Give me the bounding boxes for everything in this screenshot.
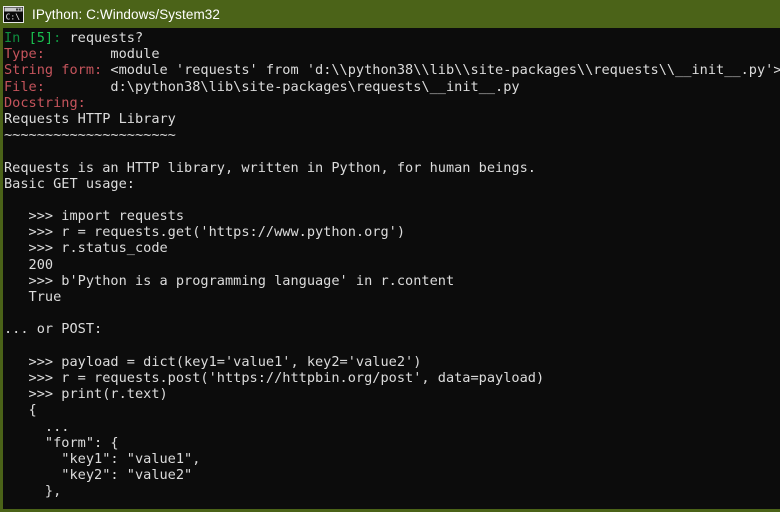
info-pad	[45, 79, 110, 95]
prompt-number: [5]	[28, 30, 54, 46]
info-label: Type:	[4, 46, 45, 63]
input-prompt-line: In [5]: requests?	[4, 30, 780, 46]
code-line: >>> r = requests.post('https://httpbin.o…	[4, 369, 545, 386]
terminal-output[interactable]: In [5]: requests? Type: module String fo…	[3, 28, 780, 509]
info-label: String form:	[4, 62, 103, 79]
code-line: >>> b'Python is a programming language' …	[4, 272, 455, 289]
info-value: <module 'requests' from 'd:\\python38\\l…	[110, 62, 780, 79]
docstring-heading: Requests HTTP Library	[4, 110, 176, 127]
code-output-line: ...	[4, 418, 70, 435]
code-line: >>> r.status_code	[4, 240, 168, 257]
code-line: >>> payload = dict(key1='value1', key2='…	[4, 353, 422, 370]
docstring-intro: Requests is an HTTP library, written in …	[4, 159, 536, 176]
svg-text:C:\: C:\	[6, 12, 21, 21]
prompt-in-label: In	[4, 30, 21, 46]
info-row-string-form: String form: <module 'requests' from 'd:…	[4, 62, 780, 78]
code-output-line: "key2": "value2"	[4, 467, 193, 484]
prompt-command: requests?	[61, 30, 144, 46]
code-line: >>> r = requests.get('https://www.python…	[4, 224, 406, 241]
info-label: Docstring:	[4, 94, 86, 111]
info-value: module	[110, 46, 160, 63]
info-pad	[45, 46, 110, 62]
info-value: d:\python38\lib\site-packages\requests\_…	[110, 78, 520, 95]
info-row-docstring: Docstring:	[4, 95, 780, 111]
console-icon: C:\	[3, 5, 24, 23]
code-line: >>> print(r.text)	[4, 386, 168, 403]
code-output-line: 200	[4, 256, 54, 273]
terminal-frame: In [5]: requests? Type: module String fo…	[0, 28, 780, 512]
info-label: File:	[4, 78, 45, 95]
code-output-line: },	[4, 483, 62, 500]
docstring-underline: ~~~~~~~~~~~~~~~~~~~~~	[4, 127, 176, 144]
docstring-basic-usage: Basic GET usage:	[4, 175, 135, 192]
window-title: IPython: C:Windows/System32	[32, 6, 221, 22]
code-line: >>> import requests	[4, 208, 185, 225]
info-row-file: File: d:\python38\lib\site-packages\requ…	[4, 79, 780, 95]
code-output-line: True	[4, 289, 62, 305]
docstring-post-heading: ... or POST:	[4, 321, 103, 338]
window-titlebar[interactable]: C:\ IPython: C:Windows/System32	[0, 0, 780, 28]
info-row-type: Type: module	[4, 46, 780, 62]
code-output-line: "form": {	[4, 434, 119, 451]
code-output-line: "key1": "value1",	[4, 450, 201, 467]
ipython-window: C:\ IPython: C:Windows/System32 In [5]: …	[0, 0, 780, 512]
code-output-line: {	[4, 402, 37, 419]
